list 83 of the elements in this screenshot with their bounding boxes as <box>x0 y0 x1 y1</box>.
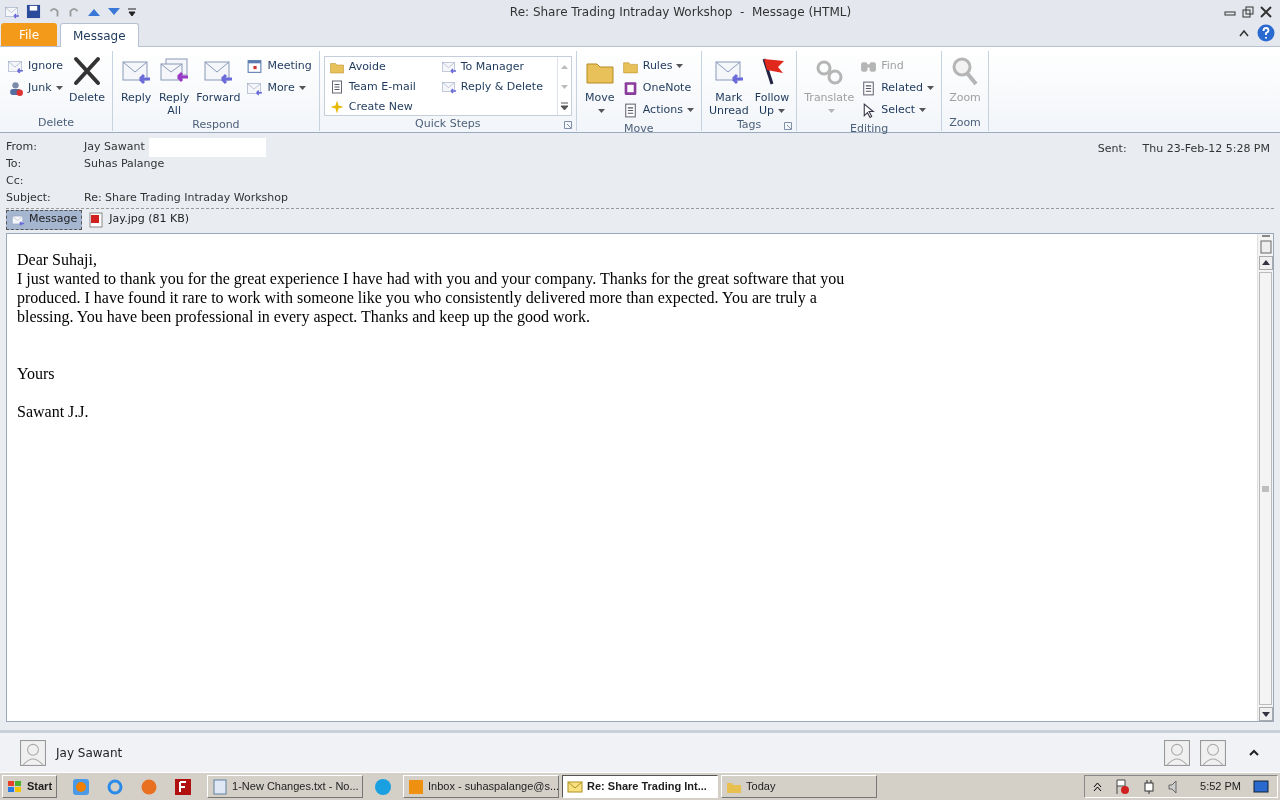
taskbar-button[interactable]: Re: Share Trading Int... <box>562 775 719 798</box>
expand-pane-icon[interactable] <box>1248 747 1260 758</box>
ribbon-button[interactable]: Reply <box>117 51 156 104</box>
group-label: Editing <box>849 120 889 137</box>
quick-step[interactable]: Team E-mail <box>324 77 437 97</box>
ribbon-button[interactable]: Select <box>857 99 937 121</box>
field-label: Subject: <box>6 190 52 207</box>
envelope-icon <box>440 59 457 75</box>
image-file-icon <box>89 211 106 228</box>
quick-step[interactable]: Avoide <box>324 57 437 77</box>
window-title: Re: Share Trading Intraday Workshop - Message (HTML) <box>509 3 852 21</box>
contact-name: Jay Sawant <box>56 744 123 762</box>
power-plug-icon[interactable] <box>1142 778 1157 795</box>
ribbon-button[interactable]: Meeting <box>243 55 315 77</box>
group-label: Zoom <box>949 114 981 131</box>
clock: 5:52 PM <box>1200 779 1241 795</box>
scrollbar-thumb[interactable] <box>1259 272 1272 705</box>
restore-icon[interactable] <box>1242 5 1254 18</box>
attachment-link[interactable]: Jay.jpg (81 KB) <box>85 209 193 230</box>
flag-alert-icon[interactable] <box>1114 778 1131 795</box>
taskbar-button[interactable]: Inbox - suhaspalange@s... <box>403 775 560 798</box>
scroll-up-icon[interactable] <box>1258 256 1273 270</box>
field-value: Jay Sawant <box>84 139 145 156</box>
avatar-icon <box>1200 739 1226 766</box>
ribbon-button[interactable]: Move <box>580 51 619 117</box>
desktop-icon[interactable] <box>1253 779 1269 794</box>
down-arrow-icon[interactable] <box>107 6 121 17</box>
help-icon[interactable] <box>1257 24 1275 42</box>
ribbon-button[interactable]: Junk <box>4 77 66 99</box>
body-text: I just wanted to thank you for the great experience I have had with you and your company. Thanks for the great software that you produced. I have found it rare to work with someone like you who consistently delivered more than expected. You are truly a blessing. You have been professional in every aspect. Thanks and keep up the good work. <box>17 269 846 326</box>
ribbon-button[interactable]: Related <box>857 77 937 99</box>
group-label: Move <box>624 120 654 137</box>
notepad-icon <box>212 778 229 795</box>
show-hidden-icon[interactable] <box>1093 781 1103 792</box>
group-label: Delete <box>38 114 75 131</box>
body-text: Yours <box>17 364 56 383</box>
ribbon-button[interactable]: Rules <box>618 55 697 77</box>
ribbon-button[interactable]: Mark Unread <box>705 51 752 117</box>
field-label: Sent: <box>1097 141 1127 157</box>
quick-step[interactable]: Reply & Delete <box>436 77 557 97</box>
scroll-down-icon[interactable] <box>1258 707 1273 721</box>
ribbon-button[interactable]: Forward <box>193 51 244 104</box>
ribbon-button[interactable]: Reply All <box>155 51 194 117</box>
field-value: Re: Share Trading Intraday Workshop <box>84 190 288 207</box>
calendar-icon <box>246 57 264 75</box>
close-icon[interactable] <box>1260 5 1272 18</box>
avatar-icon <box>1164 739 1190 766</box>
windows-logo-icon <box>7 779 23 794</box>
ribbon-button[interactable]: OneNote <box>618 77 697 99</box>
collapse-ribbon-icon[interactable] <box>1239 29 1249 37</box>
ribbon-button[interactable]: Delete <box>66 51 109 104</box>
quick-step[interactable]: Create New <box>324 97 437 117</box>
ribbon-button[interactable]: Actions <box>618 99 697 121</box>
user-icon <box>7 79 24 97</box>
ribbon-tab[interactable]: Message <box>60 23 139 47</box>
field-value: Thu 23-Feb-12 5:28 PM <box>1142 141 1270 157</box>
dialog-launcher-icon[interactable] <box>563 121 572 129</box>
taskbar-button[interactable]: Today <box>721 775 878 798</box>
group-label: Tags <box>736 116 762 133</box>
field-value: Suhas Palange <box>84 156 165 173</box>
grip-icon <box>1262 485 1269 492</box>
envelope-icon <box>440 79 457 95</box>
ribbon-button[interactable]: Ignore <box>4 55 66 77</box>
customize-icon[interactable] <box>127 5 137 18</box>
body-text: Sawant J.J. <box>17 402 90 421</box>
ftp-icon[interactable] <box>174 777 193 796</box>
dialog-launcher-icon[interactable] <box>784 122 793 130</box>
speaker-icon[interactable] <box>1168 779 1179 794</box>
ribbon-button[interactable]: Follow Up <box>751 51 793 117</box>
taskbar-button[interactable]: 1-New Changes.txt - No... <box>207 775 364 798</box>
group-label: Respond <box>192 116 240 133</box>
field-label: From: <box>6 139 38 156</box>
start-button[interactable]: Start <box>2 775 58 798</box>
group-label: Quick Steps <box>415 115 481 132</box>
body-text: Dear Suhaji, <box>17 250 98 269</box>
avatar-icon <box>20 739 46 766</box>
save-icon[interactable] <box>26 4 41 19</box>
field-label: Cc: <box>6 173 25 190</box>
field-label: To: <box>6 156 23 173</box>
ribbon-button[interactable]: More <box>243 77 315 99</box>
envelope-icon <box>567 778 584 795</box>
message-tab[interactable]: Message <box>6 209 83 230</box>
quick-step[interactable]: To Manager <box>436 57 557 77</box>
